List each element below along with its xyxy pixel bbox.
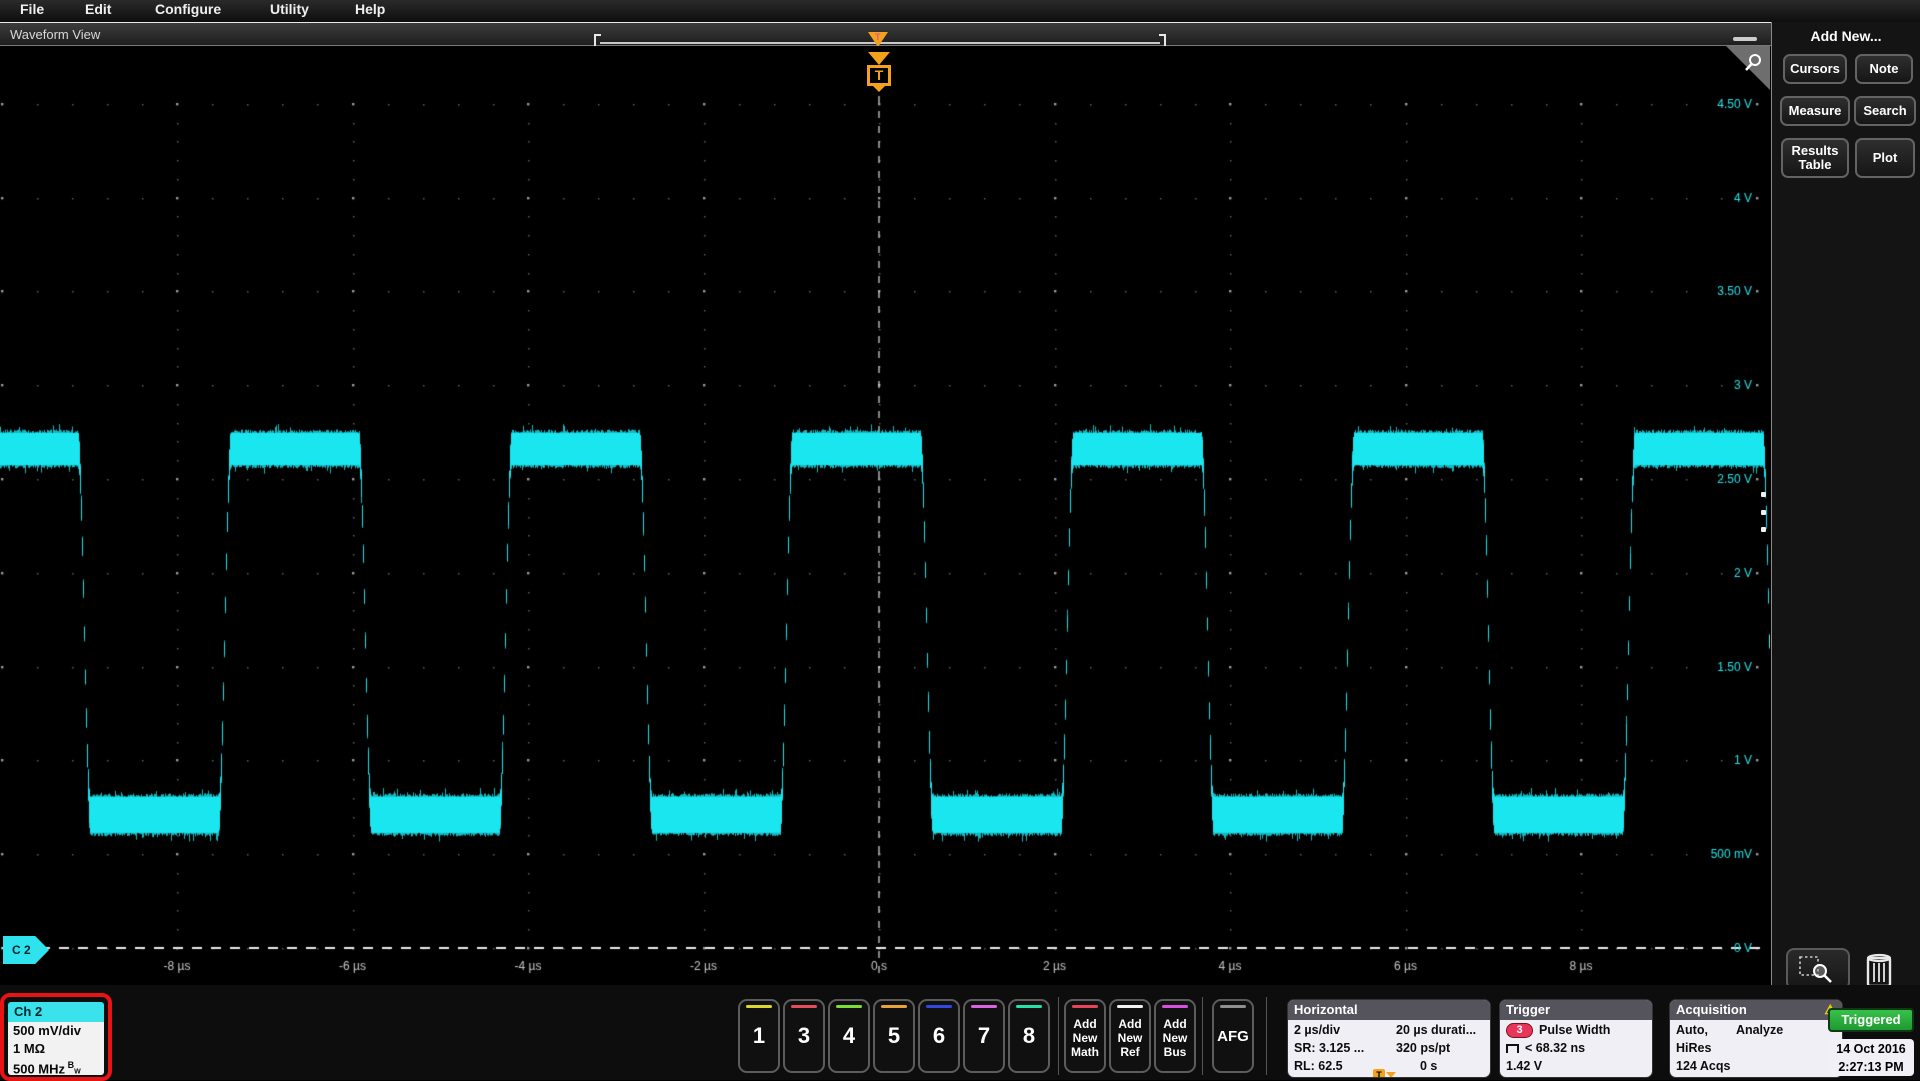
acquisition-count: 124 Acqs (1676, 1057, 1836, 1075)
channel2-badge[interactable]: Ch 2 500 mV/div 1 MΩ 500 MHz BW (8, 1002, 104, 1075)
add-new-math-button[interactable]: AddNewMath (1064, 999, 1106, 1073)
acquisition-mode: Auto, (1676, 1023, 1708, 1037)
horizontal-resolution: 320 ps/pt (1396, 1039, 1450, 1057)
separator (1266, 997, 1267, 1075)
channel-1-button[interactable]: 1 (738, 999, 780, 1073)
add-note-button[interactable]: Note (1855, 54, 1913, 84)
menu-bar: File Edit Configure Utility Help (0, 0, 1920, 22)
drag-handle-dot (1761, 510, 1766, 515)
zoom-box-button[interactable] (1786, 948, 1850, 990)
channel2-badge-details: 500 mV/div 1 MΩ 500 MHz BW (8, 1022, 104, 1075)
channel-4-label: 4 (843, 1023, 855, 1049)
trigger-indicator-icon[interactable]: T (867, 65, 891, 86)
afg-color-stripe (1220, 1005, 1247, 1008)
triggered-status-badge: Triggered (1828, 1008, 1914, 1032)
horizontal-duration: 20 µs durati... (1396, 1021, 1476, 1039)
channel-3-label: 3 (798, 1023, 810, 1049)
waveform-canvas[interactable] (0, 46, 1770, 985)
channel-3-color-stripe (791, 1005, 818, 1008)
drag-handle-dot (1761, 527, 1766, 532)
menu-utility[interactable]: Utility (270, 1, 309, 17)
acquisition-analyze: Analyze (1736, 1021, 1783, 1039)
horizontal-panel-title: Horizontal (1288, 1000, 1490, 1020)
channel-5-color-stripe (881, 1005, 908, 1008)
channel-8-color-stripe (1016, 1005, 1043, 1008)
add-plot-button[interactable]: Plot (1855, 138, 1915, 178)
panel-drag-handle[interactable] (1758, 492, 1768, 532)
trigger-flag-arrow-icon (1386, 1072, 1396, 1077)
right-panel: Add New... Cursors Note Measure Search R… (1772, 22, 1920, 985)
trigger-condition: < 68.32 ns (1525, 1041, 1585, 1055)
trigger-source-badge: 3 (1506, 1023, 1533, 1038)
trigger-panel[interactable]: Trigger 3 Pulse Width < 68.32 ns 1.42 V (1500, 1000, 1652, 1077)
trigger-type: Pulse Width (1539, 1023, 1610, 1037)
channel-1-color-stripe (746, 1005, 773, 1008)
channel-4-button[interactable]: 4 (828, 999, 870, 1073)
acquisition-panel-title: ⚠Acquisition (1670, 1000, 1842, 1020)
trigger-indicator-point (873, 86, 885, 92)
channel-3-button[interactable]: 3 (783, 999, 825, 1073)
channel2-scale: 500 mV/div (13, 1022, 104, 1040)
horizontal-sample-rate: SR: 3.125 ... (1294, 1039, 1396, 1057)
channel-6-color-stripe (926, 1005, 953, 1008)
horizontal-panel[interactable]: Horizontal 2 µs/div20 µs durati... SR: 3… (1288, 1000, 1490, 1077)
horizontal-scale: 2 µs/div (1294, 1021, 1396, 1039)
add-measure-button[interactable]: Measure (1780, 96, 1850, 126)
channel-4-color-stripe (836, 1005, 863, 1008)
separator (1202, 997, 1203, 1075)
bus-color-stripe (1162, 1005, 1189, 1008)
channel2-ground-marker-label: C 2 (12, 943, 31, 957)
math-color-stripe (1072, 1005, 1099, 1008)
channel-6-button[interactable]: 6 (918, 999, 960, 1073)
add-cursors-button[interactable]: Cursors (1783, 54, 1847, 84)
channel-7-color-stripe (971, 1005, 998, 1008)
channel-7-button[interactable]: 7 (963, 999, 1005, 1073)
acquisition-panel[interactable]: ⚠Acquisition Auto, Analyze HiRes 124 Acqs (1670, 1000, 1842, 1077)
add-search-button[interactable]: Search (1854, 96, 1916, 126)
drag-handle-dot (1761, 492, 1766, 497)
channel2-impedance: 1 MΩ (13, 1040, 104, 1058)
ref-color-stripe (1117, 1005, 1144, 1008)
magnifier-icon (1742, 52, 1764, 74)
menu-help[interactable]: Help (355, 1, 385, 17)
waveform-grid[interactable]: C 2 (0, 46, 1770, 985)
trigger-flag-icon: T (1373, 1069, 1385, 1077)
channel-8-label: 8 (1023, 1023, 1035, 1049)
horizontal-record-length: RL: 62.5 kptsT (1294, 1057, 1396, 1077)
add-new-title: Add New... (1772, 28, 1920, 44)
time-label: 2:27:13 PM (1828, 1058, 1914, 1076)
menu-configure[interactable]: Configure (155, 1, 221, 17)
oscilloscope-screen: File Edit Configure Utility Help Wavefor… (0, 0, 1920, 1080)
afg-button[interactable]: AFG (1212, 999, 1254, 1073)
date-label: 14 Oct 2016 (1828, 1040, 1914, 1058)
afg-label: AFG (1217, 1028, 1249, 1045)
menu-file[interactable]: File (20, 1, 44, 17)
trigger-level: 1.42 V (1506, 1057, 1646, 1075)
channel2-badge-title: Ch 2 (8, 1002, 104, 1022)
channel-6-label: 6 (933, 1023, 945, 1049)
pulse-width-icon (1506, 1044, 1519, 1053)
acquisition-type: HiRes (1676, 1039, 1836, 1057)
minimize-button[interactable] (1733, 37, 1757, 41)
channel-5-label: 5 (888, 1023, 900, 1049)
add-new-ref-button[interactable]: AddNewRef (1109, 999, 1151, 1073)
menu-edit[interactable]: Edit (85, 1, 111, 17)
datetime-display: 14 Oct 2016 2:27:13 PM (1828, 1039, 1914, 1076)
trash-icon (1862, 948, 1896, 990)
channel-5-button[interactable]: 5 (873, 999, 915, 1073)
separator (1058, 997, 1059, 1075)
add-new-bus-button[interactable]: AddNewBus (1154, 999, 1196, 1073)
horizontal-delay: 0 s (1420, 1057, 1437, 1077)
waveform-view-title: Waveform View (10, 27, 100, 42)
channel2-bandwidth: 500 MHz BW (13, 1057, 104, 1075)
zoom-box-icon (1798, 955, 1838, 985)
add-results-table-button[interactable]: Results Table (1781, 138, 1849, 178)
bottom-bar: Ch 2 500 mV/div 1 MΩ 500 MHz BW 1 3 4 5 … (0, 985, 1920, 1080)
trigger-position-bar-letter: T (875, 32, 881, 42)
channel-7-label: 7 (978, 1023, 990, 1049)
trigger-indicator-arrow (868, 52, 890, 65)
channel-1-label: 1 (753, 1023, 765, 1049)
trigger-panel-title: Trigger (1500, 1000, 1652, 1020)
channel-8-button[interactable]: 8 (1008, 999, 1050, 1073)
